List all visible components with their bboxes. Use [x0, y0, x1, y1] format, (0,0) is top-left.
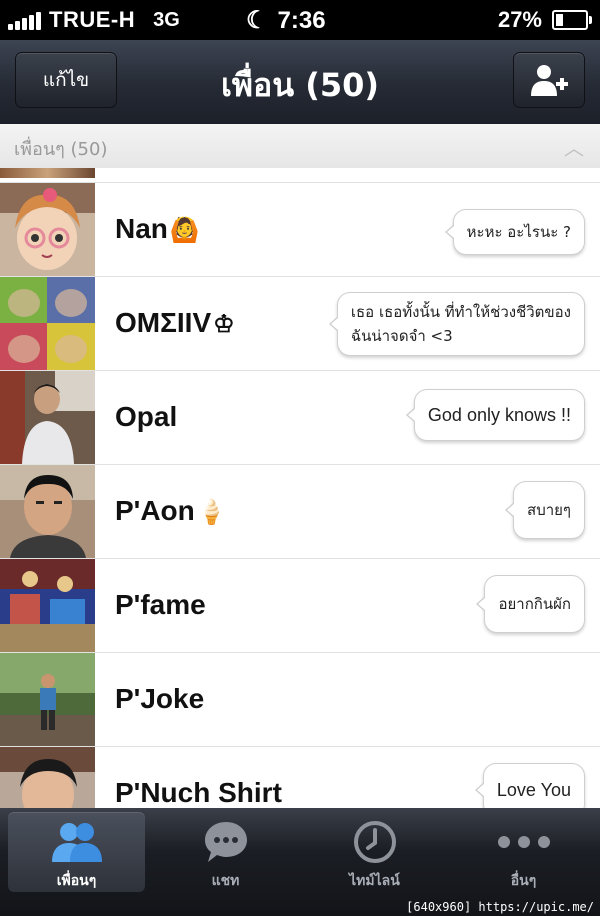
chat-icon — [204, 822, 247, 862]
emoji-icon: 🙆 — [169, 217, 200, 244]
tab-chat[interactable]: แชท — [157, 812, 294, 892]
friends-section-header[interactable]: เพื่อนๆ (50) ︿ — [0, 124, 600, 169]
friend-name: P'Joke — [115, 683, 205, 714]
status-bar: TRUE-H 3G ☾ 7:36 27% — [0, 0, 600, 40]
chevron-up-icon[interactable]: ︿ — [564, 132, 584, 161]
more-icon — [497, 836, 550, 848]
do-not-disturb-icon: ☾ — [246, 7, 268, 34]
battery-percent: 27% — [497, 7, 542, 32]
clock-icon — [353, 821, 396, 863]
section-label: เพื่อนๆ (50) — [14, 139, 108, 160]
avatar[interactable] — [0, 653, 95, 746]
friend-row-opal[interactable]: Opal God only knows !! — [0, 371, 600, 465]
status-message-bubble: อยากกินผัก — [476, 575, 585, 633]
friend-name: Opal — [115, 401, 178, 432]
add-friend-icon — [531, 65, 568, 96]
friend-row-pjoke[interactable]: P'Joke — [0, 653, 600, 747]
friend-row-omeiiv[interactable]: OMΣIIV♔ เธอ เธอทั้งนั้น ที่ทำให้ช่วงชีวิ… — [0, 277, 600, 371]
friend-row-nan[interactable]: Nan🙆 หะหะ อะไรนะ ? — [0, 183, 600, 277]
friend-name: Nan🙆 — [115, 213, 200, 244]
friend-row-pfame[interactable]: P'fame อยากกินผัก — [0, 559, 600, 653]
navigation-bar: แก้ไข เพื่อน (50) — [0, 40, 600, 125]
friend-row-paon[interactable]: P'Aon🍦 สบายๆ — [0, 465, 600, 559]
network-type: 3G — [153, 8, 180, 31]
tab-label: แชท — [211, 873, 240, 889]
signal-icon — [8, 10, 43, 30]
tab-label: อื่นๆ — [510, 873, 537, 889]
tab-more[interactable]: อื่นๆ — [455, 812, 592, 892]
clock-time: 7:36 — [277, 6, 326, 34]
crown-icon: ♔ — [213, 311, 235, 338]
tab-label: ไทม์ไลน์ — [349, 873, 400, 889]
status-line: ฉันน่าจดจำ <3 — [350, 327, 453, 345]
status-message-bubble: Love You — [474, 763, 585, 808]
avatar[interactable] — [0, 277, 95, 370]
watermark: [640x960] https://upic.me/ — [406, 900, 594, 914]
avatar[interactable] — [0, 465, 95, 558]
friends-list[interactable]: Nan🙆 หะหะ อะไรนะ ? OMΣIIV♔ เธอ เธอทั้งนั… — [0, 168, 600, 808]
friend-name: P'Aon🍦 — [115, 495, 227, 526]
friend-name: P'fame — [115, 589, 206, 620]
status-line: เธอ เธอทั้งนั้น ที่ทำให้ช่วงชีวิตของ — [350, 303, 571, 321]
avatar[interactable] — [0, 183, 95, 276]
friend-name: OMΣIIV♔ — [115, 307, 235, 338]
carrier-name: TRUE-H — [49, 7, 136, 32]
tab-friends[interactable]: เพื่อนๆ — [8, 812, 145, 892]
tab-bar: เพื่อนๆ แชท ไทม์ไลน์ อื่นๆ [640x960] htt… — [0, 808, 600, 916]
page-title: เพื่อน (50) — [220, 66, 380, 104]
add-friend-button[interactable] — [513, 52, 585, 108]
status-message-bubble: สบายๆ — [505, 481, 585, 539]
tab-label: เพื่อนๆ — [56, 873, 97, 889]
avatar[interactable] — [0, 747, 95, 808]
status-message-bubble: เธอ เธอทั้งนั้น ที่ทำให้ช่วงชีวิตของ ฉัน… — [328, 292, 585, 356]
tab-timeline[interactable]: ไทม์ไลน์ — [306, 812, 443, 892]
ice-cream-icon: 🍦 — [196, 499, 227, 526]
friend-row-pnuch-shirt[interactable]: P'Nuch Shirt Love You — [0, 747, 600, 808]
list-item-partial — [0, 168, 600, 183]
battery-icon — [552, 10, 592, 30]
avatar[interactable] — [0, 371, 95, 464]
avatar[interactable] — [0, 559, 95, 652]
friend-name: P'Nuch Shirt — [115, 777, 282, 808]
status-message-bubble: God only knows !! — [405, 389, 585, 441]
friends-icon — [51, 823, 102, 862]
status-message-bubble: หะหะ อะไรนะ ? — [444, 209, 585, 255]
